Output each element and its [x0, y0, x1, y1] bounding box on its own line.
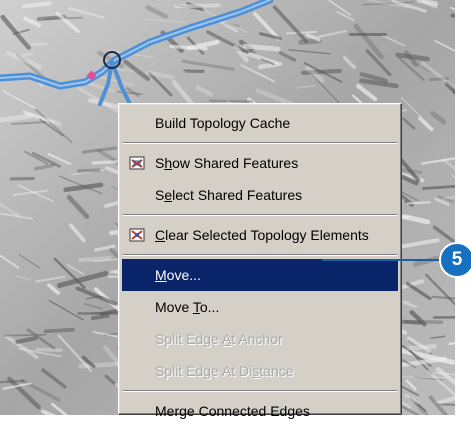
menu-item-label: Move... [155, 267, 201, 283]
menu-item-select-shared-features[interactable]: Select Shared Features [122, 179, 398, 211]
relief-stroke [79, 170, 99, 171]
relief-stroke [37, 350, 61, 351]
relief-stroke [453, 16, 455, 17]
menu-item-label: Select Shared Features [155, 187, 302, 203]
relief-stroke [93, 316, 108, 318]
clear-topology-icon [129, 227, 145, 243]
menu-item-clear-selected-topology-elements[interactable]: Clear Selected Topology Elements [122, 219, 398, 251]
menu-separator [123, 142, 397, 144]
relief-stroke [46, 330, 73, 331]
relief-stroke [33, 44, 47, 45]
menu-item-split-edge-at-anchor: Split Edge At Anchor [122, 323, 398, 355]
menu-item-label: Clear Selected Topology Elements [155, 227, 369, 243]
relief-stroke [210, 101, 252, 102]
callout-leader-line [322, 259, 445, 261]
menu-item-label: Move To... [155, 299, 219, 315]
relief-stroke [176, 5, 218, 6]
step-number-badge: 5 [439, 242, 471, 278]
relief-stroke [184, 70, 204, 71]
relief-stroke [408, 202, 430, 203]
relief-stroke [11, 178, 33, 179]
menu-item-merge-connected-edges[interactable]: Merge Connected Edges [122, 395, 398, 427]
relief-stroke [5, 335, 45, 336]
menu-item-build-topology-cache[interactable]: Build Topology Cache [122, 107, 398, 139]
menu-item-label: Merge Connected Edges [155, 403, 310, 419]
menu-item-split-edge-at-distance: Split Edge At Distance [122, 355, 398, 387]
menu-item-label: Build Topology Cache [155, 115, 290, 131]
relief-stroke [245, 46, 278, 49]
relief-stroke [171, 46, 206, 48]
menu-separator [123, 214, 397, 216]
menu-separator [123, 390, 397, 392]
menu-item-label: Show Shared Features [155, 155, 298, 171]
menu-item-show-shared-features[interactable]: Show Shared Features [122, 147, 398, 179]
relief-stroke [24, 3, 50, 6]
menu-item-move-to[interactable]: Move To... [122, 291, 398, 323]
menu-item-label: Split Edge At Anchor [155, 331, 283, 347]
menu-separator [123, 254, 397, 256]
menu-item-move[interactable]: Move... [122, 259, 398, 291]
menu-item-label: Split Edge At Distance [155, 363, 294, 379]
relief-stroke [409, 346, 435, 348]
show-shared-features-icon [129, 155, 145, 171]
